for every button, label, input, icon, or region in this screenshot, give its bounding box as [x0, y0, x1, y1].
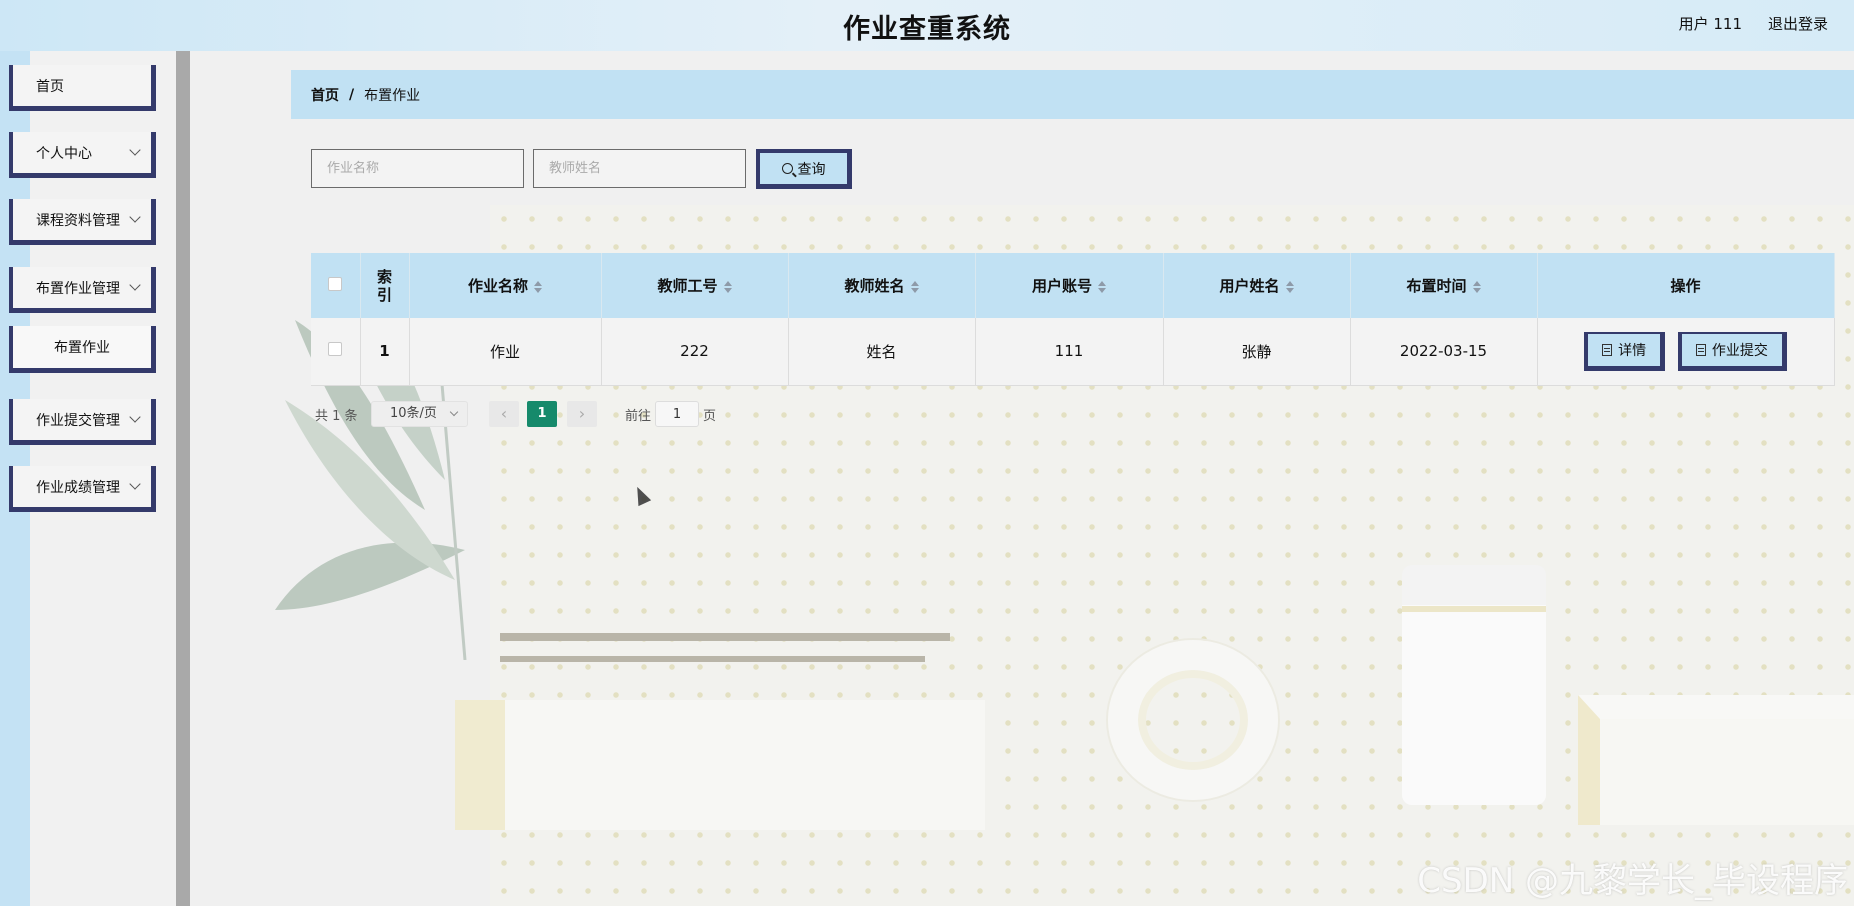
breadcrumb-home[interactable]: 首页 — [311, 85, 339, 105]
column-header-label: 索引 — [376, 267, 392, 304]
column-header-index: 索引 — [360, 253, 410, 318]
column-header-label: 操作 — [1670, 277, 1701, 295]
chevron-down-icon — [129, 279, 141, 291]
sort-icon[interactable] — [723, 280, 732, 293]
column-header-time[interactable]: 布置时间 — [1350, 253, 1538, 318]
chevron-down-icon — [129, 478, 141, 490]
sort-icon[interactable] — [1098, 280, 1106, 293]
watermark: CSDN @九黎学长_毕设程序 — [1417, 861, 1848, 901]
cell-teacher-id: 222 — [601, 318, 789, 386]
column-header-user-name[interactable]: 用户姓名 — [1163, 253, 1351, 318]
column-header-teacher-name[interactable]: 教师姓名 — [788, 253, 976, 318]
cell-user-account: 111 — [975, 318, 1164, 386]
breadcrumb-separator: / — [349, 86, 355, 103]
column-header-label: 布置时间 — [1406, 277, 1467, 295]
next-page-button[interactable]: › — [567, 401, 597, 427]
sidebar-item-home[interactable]: 首页 — [9, 65, 156, 111]
sidebar-item-label: 课程资料管理 — [36, 212, 120, 229]
search-button[interactable]: 查询 — [756, 149, 852, 189]
column-header-label: 用户姓名 — [1219, 277, 1280, 295]
app-title: 作业查重系统 — [843, 14, 1011, 45]
column-header-label: 教师姓名 — [844, 277, 905, 295]
sort-icon[interactable] — [534, 280, 542, 293]
sort-icon[interactable] — [1285, 280, 1294, 293]
chevron-down-icon — [129, 144, 141, 156]
sort-icon[interactable] — [1472, 280, 1481, 293]
current-user: 用户 111 — [1678, 15, 1742, 33]
decor-block-image — [1578, 695, 1854, 825]
top-header: 作业查重系统 用户 111 退出登录 — [0, 0, 1854, 51]
row-checkbox[interactable] — [328, 342, 343, 357]
select-all-cell — [311, 253, 361, 318]
document-icon — [1602, 343, 1613, 356]
decor-ring-image — [1108, 640, 1278, 800]
document-icon — [1695, 343, 1706, 356]
decor-box-image — [455, 700, 985, 830]
column-header-homework-name[interactable]: 作业名称 — [409, 253, 602, 318]
cell-actions: 详情 作业提交 — [1537, 318, 1835, 386]
breadcrumb-current: 布置作业 — [364, 87, 421, 104]
row-select-cell — [311, 318, 361, 386]
column-header-label: 用户账号 — [1031, 277, 1092, 295]
submit-homework-button[interactable]: 作业提交 — [1677, 331, 1787, 371]
submit-homework-button-label: 作业提交 — [1711, 342, 1768, 359]
homework-table: 索引 作业名称 教师工号 教师姓名 用户账号 用户姓名 布置时间 操作 1 作业… — [311, 253, 1835, 386]
page-number-current[interactable]: 1 — [527, 401, 557, 427]
cell-index: 1 — [360, 318, 410, 386]
sidebar-item-course-materials[interactable]: 课程资料管理 — [9, 199, 156, 245]
table-row: 1 作业 222 姓名 111 张静 2022-03-15 详情 作业提交 — [311, 318, 1835, 386]
cell-homework-name: 作业 — [409, 318, 602, 386]
search-button-label: 查询 — [797, 161, 826, 178]
sidebar-item-submission-manage[interactable]: 作业提交管理 — [9, 399, 156, 445]
column-header-teacher-id[interactable]: 教师工号 — [601, 253, 789, 318]
sidebar-item-label: 作业提交管理 — [36, 412, 120, 429]
column-header-actions: 操作 — [1537, 253, 1835, 318]
logout-link[interactable]: 退出登录 — [1768, 13, 1828, 34]
column-header-user-account[interactable]: 用户账号 — [975, 253, 1164, 318]
sidebar-item-label: 布置作业管理 — [36, 280, 120, 297]
page-size-value: 10条/页 — [390, 406, 437, 421]
teacher-name-search-input[interactable] — [533, 149, 746, 188]
table-header-row: 索引 作业名称 教师工号 教师姓名 用户账号 用户姓名 布置时间 操作 — [311, 253, 1835, 318]
detail-button-label: 详情 — [1618, 342, 1647, 359]
chevron-down-icon — [129, 211, 141, 223]
homework-name-search-input[interactable] — [311, 149, 524, 188]
sort-icon[interactable] — [910, 280, 919, 293]
prev-page-button[interactable]: ‹ — [489, 401, 519, 427]
sidebar-subitem-assign-homework[interactable]: 布置作业 — [9, 326, 156, 373]
goto-page-input[interactable] — [655, 401, 699, 427]
decor-tray-image — [500, 633, 950, 641]
detail-button[interactable]: 详情 — [1584, 331, 1666, 371]
page-suffix-label: 页 — [703, 409, 717, 424]
column-header-label: 作业名称 — [467, 277, 528, 295]
sidebar-item-personal-center[interactable]: 个人中心 — [9, 132, 156, 178]
select-all-checkbox[interactable] — [328, 276, 343, 291]
breadcrumb: 首页 / 布置作业 — [291, 70, 1854, 119]
chevron-down-icon — [449, 407, 459, 417]
sidebar-item-assign-homework-manage[interactable]: 布置作业管理 — [9, 267, 156, 313]
chevron-down-icon — [129, 411, 141, 423]
decor-cylinder-band — [1402, 606, 1546, 612]
cell-time: 2022-03-15 — [1350, 318, 1538, 386]
sidebar-item-label: 作业成绩管理 — [36, 479, 120, 496]
cell-user-name: 张静 — [1163, 318, 1351, 386]
sidebar-item-label: 首页 — [36, 78, 64, 95]
search-icon — [781, 163, 793, 174]
sidebar: 首页 个人中心 课程资料管理 布置作业管理 布置作业 作业提交管理 作业成绩管理 — [0, 51, 176, 906]
decor-cylinder-image — [1402, 565, 1546, 805]
column-header-label: 教师工号 — [657, 277, 718, 295]
pagination-total: 共 1 条 — [315, 409, 358, 424]
page-size-select[interactable]: 10条/页 — [371, 401, 468, 427]
goto-label: 前往 — [625, 409, 652, 424]
sidebar-scrollbar[interactable] — [176, 51, 190, 906]
sidebar-item-grade-manage[interactable]: 作业成绩管理 — [9, 466, 156, 512]
cell-teacher-name: 姓名 — [788, 318, 976, 386]
sidebar-item-label: 布置作业 — [54, 340, 110, 356]
decor-tray-image — [500, 656, 925, 662]
sidebar-item-label: 个人中心 — [36, 145, 92, 162]
